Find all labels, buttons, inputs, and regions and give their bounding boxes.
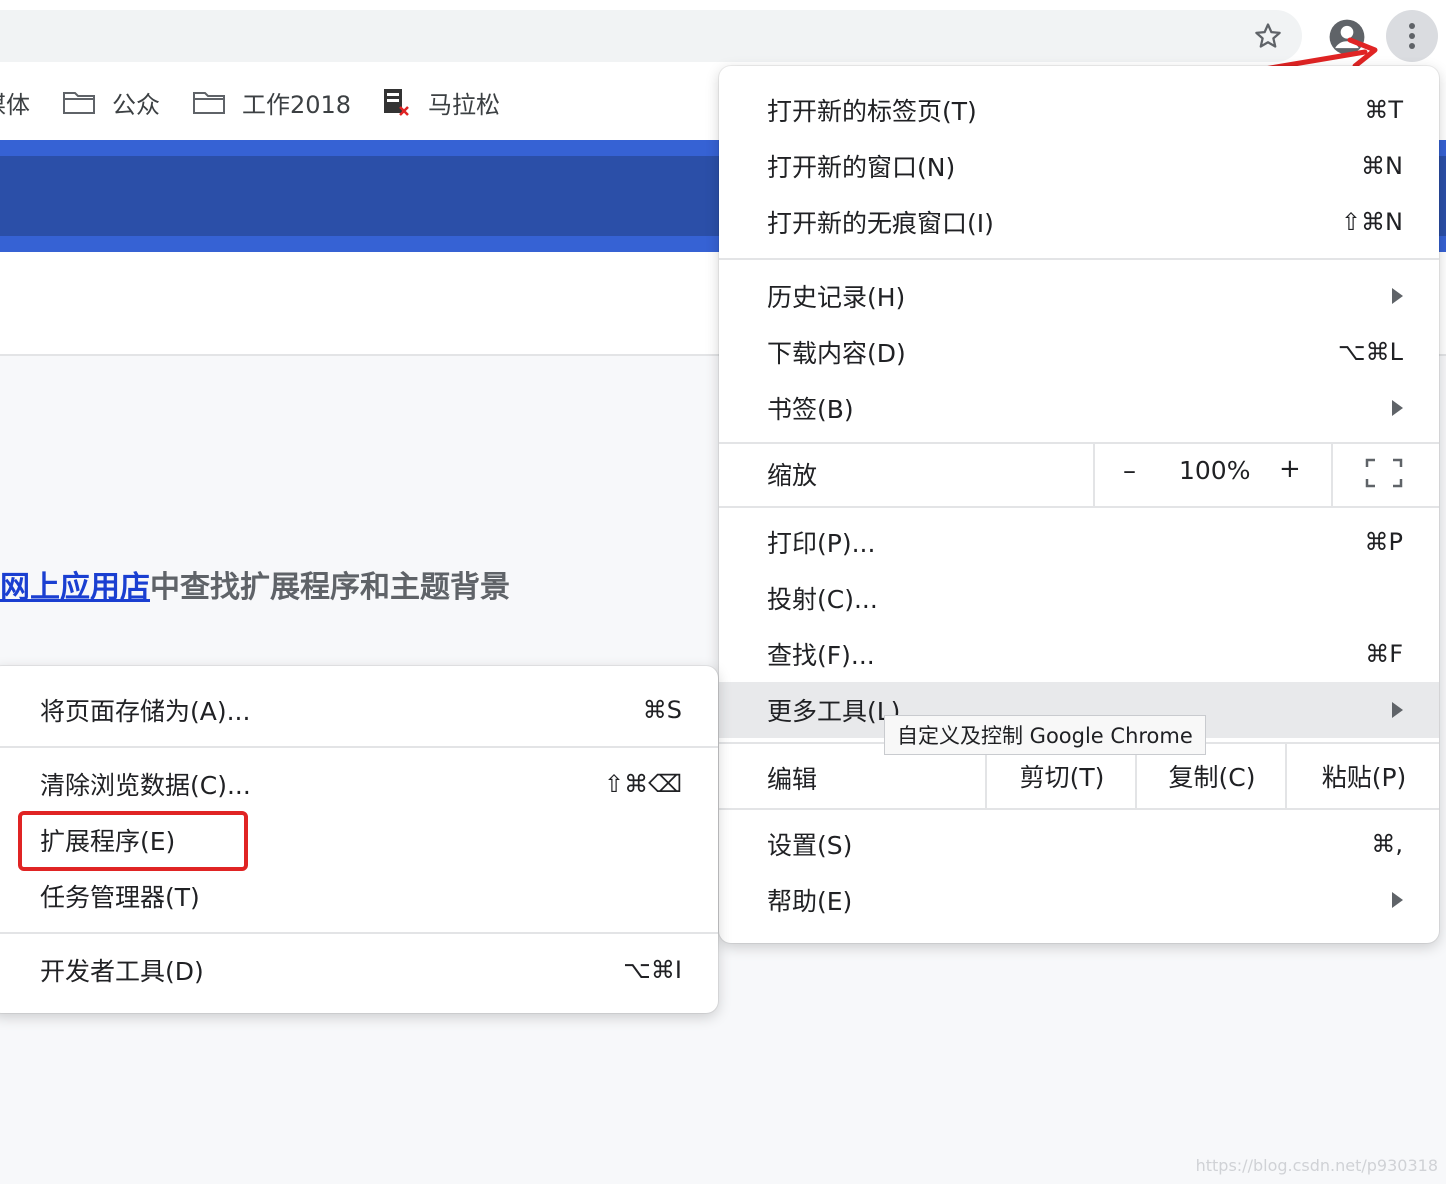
menu-item-history[interactable]: 历史记录(H) — [719, 268, 1439, 324]
shortcut-label: ⌘, — [1371, 830, 1403, 858]
edit-label: 编辑 — [767, 765, 818, 794]
menu-item-label: 打开新的无痕窗口(I) — [767, 209, 994, 238]
submenu-arrow-icon — [1392, 892, 1403, 908]
paste-button[interactable]: 粘贴(P) — [1285, 744, 1441, 808]
menu-item-label: 清除浏览数据(C)... — [40, 771, 251, 800]
fullscreen-icon[interactable] — [1365, 458, 1403, 488]
zoom-level: 100% — [1179, 456, 1251, 485]
folder-icon — [63, 92, 95, 114]
menu-item-label: 书签(B) — [767, 395, 854, 424]
menu-item-label: 查找(F)... — [767, 641, 875, 670]
menu-item-label: 任务管理器(T) — [40, 883, 200, 912]
chrome-main-menu: 打开新的标签页(T) ⌘T 打开新的窗口(N) ⌘N 打开新的无痕窗口(I) ⇧… — [719, 66, 1439, 943]
menu-item-print[interactable]: 打印(P)... ⌘P — [719, 514, 1439, 570]
folder-icon — [193, 92, 225, 114]
menu-item-find[interactable]: 查找(F)... ⌘F — [719, 626, 1439, 682]
zoom-label: 缩放 — [767, 461, 818, 490]
menu-item-help[interactable]: 帮助(E) — [719, 872, 1439, 928]
bookmark-label: 媒体 — [0, 90, 30, 119]
submenu-arrow-icon — [1392, 702, 1403, 718]
menu-item-label: 下载内容(D) — [767, 339, 906, 368]
bookmark-marathon[interactable]: 马拉松 — [382, 84, 500, 120]
tooltip: 自定义及控制 Google Chrome — [884, 715, 1206, 755]
menu-item-label: 将页面存储为(A)... — [40, 697, 251, 726]
shortcut-label: ⌥⌘L — [1337, 338, 1403, 366]
browser-toolbar — [0, 0, 1446, 77]
menu-divider — [0, 746, 718, 748]
zoom-controls: – 100% + — [1093, 442, 1333, 506]
menu-item-label: 设置(S) — [767, 831, 853, 860]
shortcut-label: ⌘S — [642, 696, 682, 724]
menu-item-devtools[interactable]: 开发者工具(D) ⌥⌘I — [0, 942, 718, 998]
menu-divider — [719, 808, 1439, 810]
menu-divider — [719, 506, 1439, 508]
menu-item-label: 打开新的标签页(T) — [767, 97, 977, 126]
menu-item-settings[interactable]: 设置(S) ⌘, — [719, 816, 1439, 872]
menu-item-label: 投射(C)... — [767, 585, 878, 614]
menu-item-cast[interactable]: 投射(C)... — [719, 570, 1439, 626]
zoom-in-button[interactable]: + — [1279, 454, 1301, 484]
menu-item-incognito[interactable]: 打开新的无痕窗口(I) ⇧⌘N — [719, 194, 1439, 250]
menu-divider — [719, 258, 1439, 260]
shortcut-label: ⇧⌘N — [1340, 208, 1403, 236]
shortcut-label: ⌥⌘I — [623, 956, 682, 984]
submenu-arrow-icon — [1392, 400, 1403, 416]
bookmark-folder-media[interactable]: 媒体 — [0, 84, 30, 120]
webstore-link[interactable]: 网上应用店 — [0, 570, 150, 605]
menu-item-label: 开发者工具(D) — [40, 957, 204, 986]
address-bar[interactable] — [0, 10, 1302, 62]
shortcut-label: ⌘T — [1364, 96, 1403, 124]
menu-item-new-window[interactable]: 打开新的窗口(N) ⌘N — [719, 138, 1439, 194]
shortcut-label: ⌘F — [1365, 640, 1403, 668]
webstore-prompt: 网上应用店中查找扩展程序和主题背景 — [0, 562, 510, 606]
bookmark-label: 公众 — [112, 90, 160, 119]
red-highlight-annotation — [18, 811, 248, 871]
bookmark-file-icon — [384, 89, 409, 116]
shortcut-label: ⌘P — [1364, 528, 1403, 556]
shortcut-label: ⇧⌘⌫ — [603, 770, 682, 798]
bookmark-label: 工作2018 — [242, 90, 352, 119]
menu-item-bookmarks[interactable]: 书签(B) — [719, 380, 1439, 436]
menu-item-task-manager[interactable]: 任务管理器(T) — [0, 868, 718, 924]
watermark: https://blog.csdn.net/p930318 — [1195, 1156, 1438, 1175]
menu-item-label: 打印(P)... — [767, 529, 876, 558]
menu-item-new-tab[interactable]: 打开新的标签页(T) ⌘T — [719, 82, 1439, 138]
menu-item-label: 帮助(E) — [767, 887, 853, 916]
menu-item-save-page[interactable]: 将页面存储为(A)... ⌘S — [0, 682, 718, 738]
kebab-icon[interactable] — [1386, 10, 1438, 62]
menu-item-downloads[interactable]: 下载内容(D) ⌥⌘L — [719, 324, 1439, 380]
shortcut-label: ⌘N — [1361, 152, 1403, 180]
menu-item-label: 历史记录(H) — [767, 283, 906, 312]
menu-item-label: 打开新的窗口(N) — [767, 153, 956, 182]
bookmark-label: 马拉松 — [428, 90, 500, 119]
menu-item-clear-data[interactable]: 清除浏览数据(C)... ⇧⌘⌫ — [0, 756, 718, 812]
submenu-arrow-icon — [1392, 288, 1403, 304]
menu-divider — [0, 932, 718, 934]
bookmark-folder-public[interactable]: 公众 — [62, 84, 160, 120]
zoom-row: 缩放 – 100% + — [719, 442, 1439, 506]
zoom-out-button[interactable]: – — [1123, 456, 1136, 486]
webstore-text: 中查找扩展程序和主题背景 — [150, 570, 510, 605]
bookmark-folder-work2018[interactable]: 工作2018 — [192, 84, 351, 120]
